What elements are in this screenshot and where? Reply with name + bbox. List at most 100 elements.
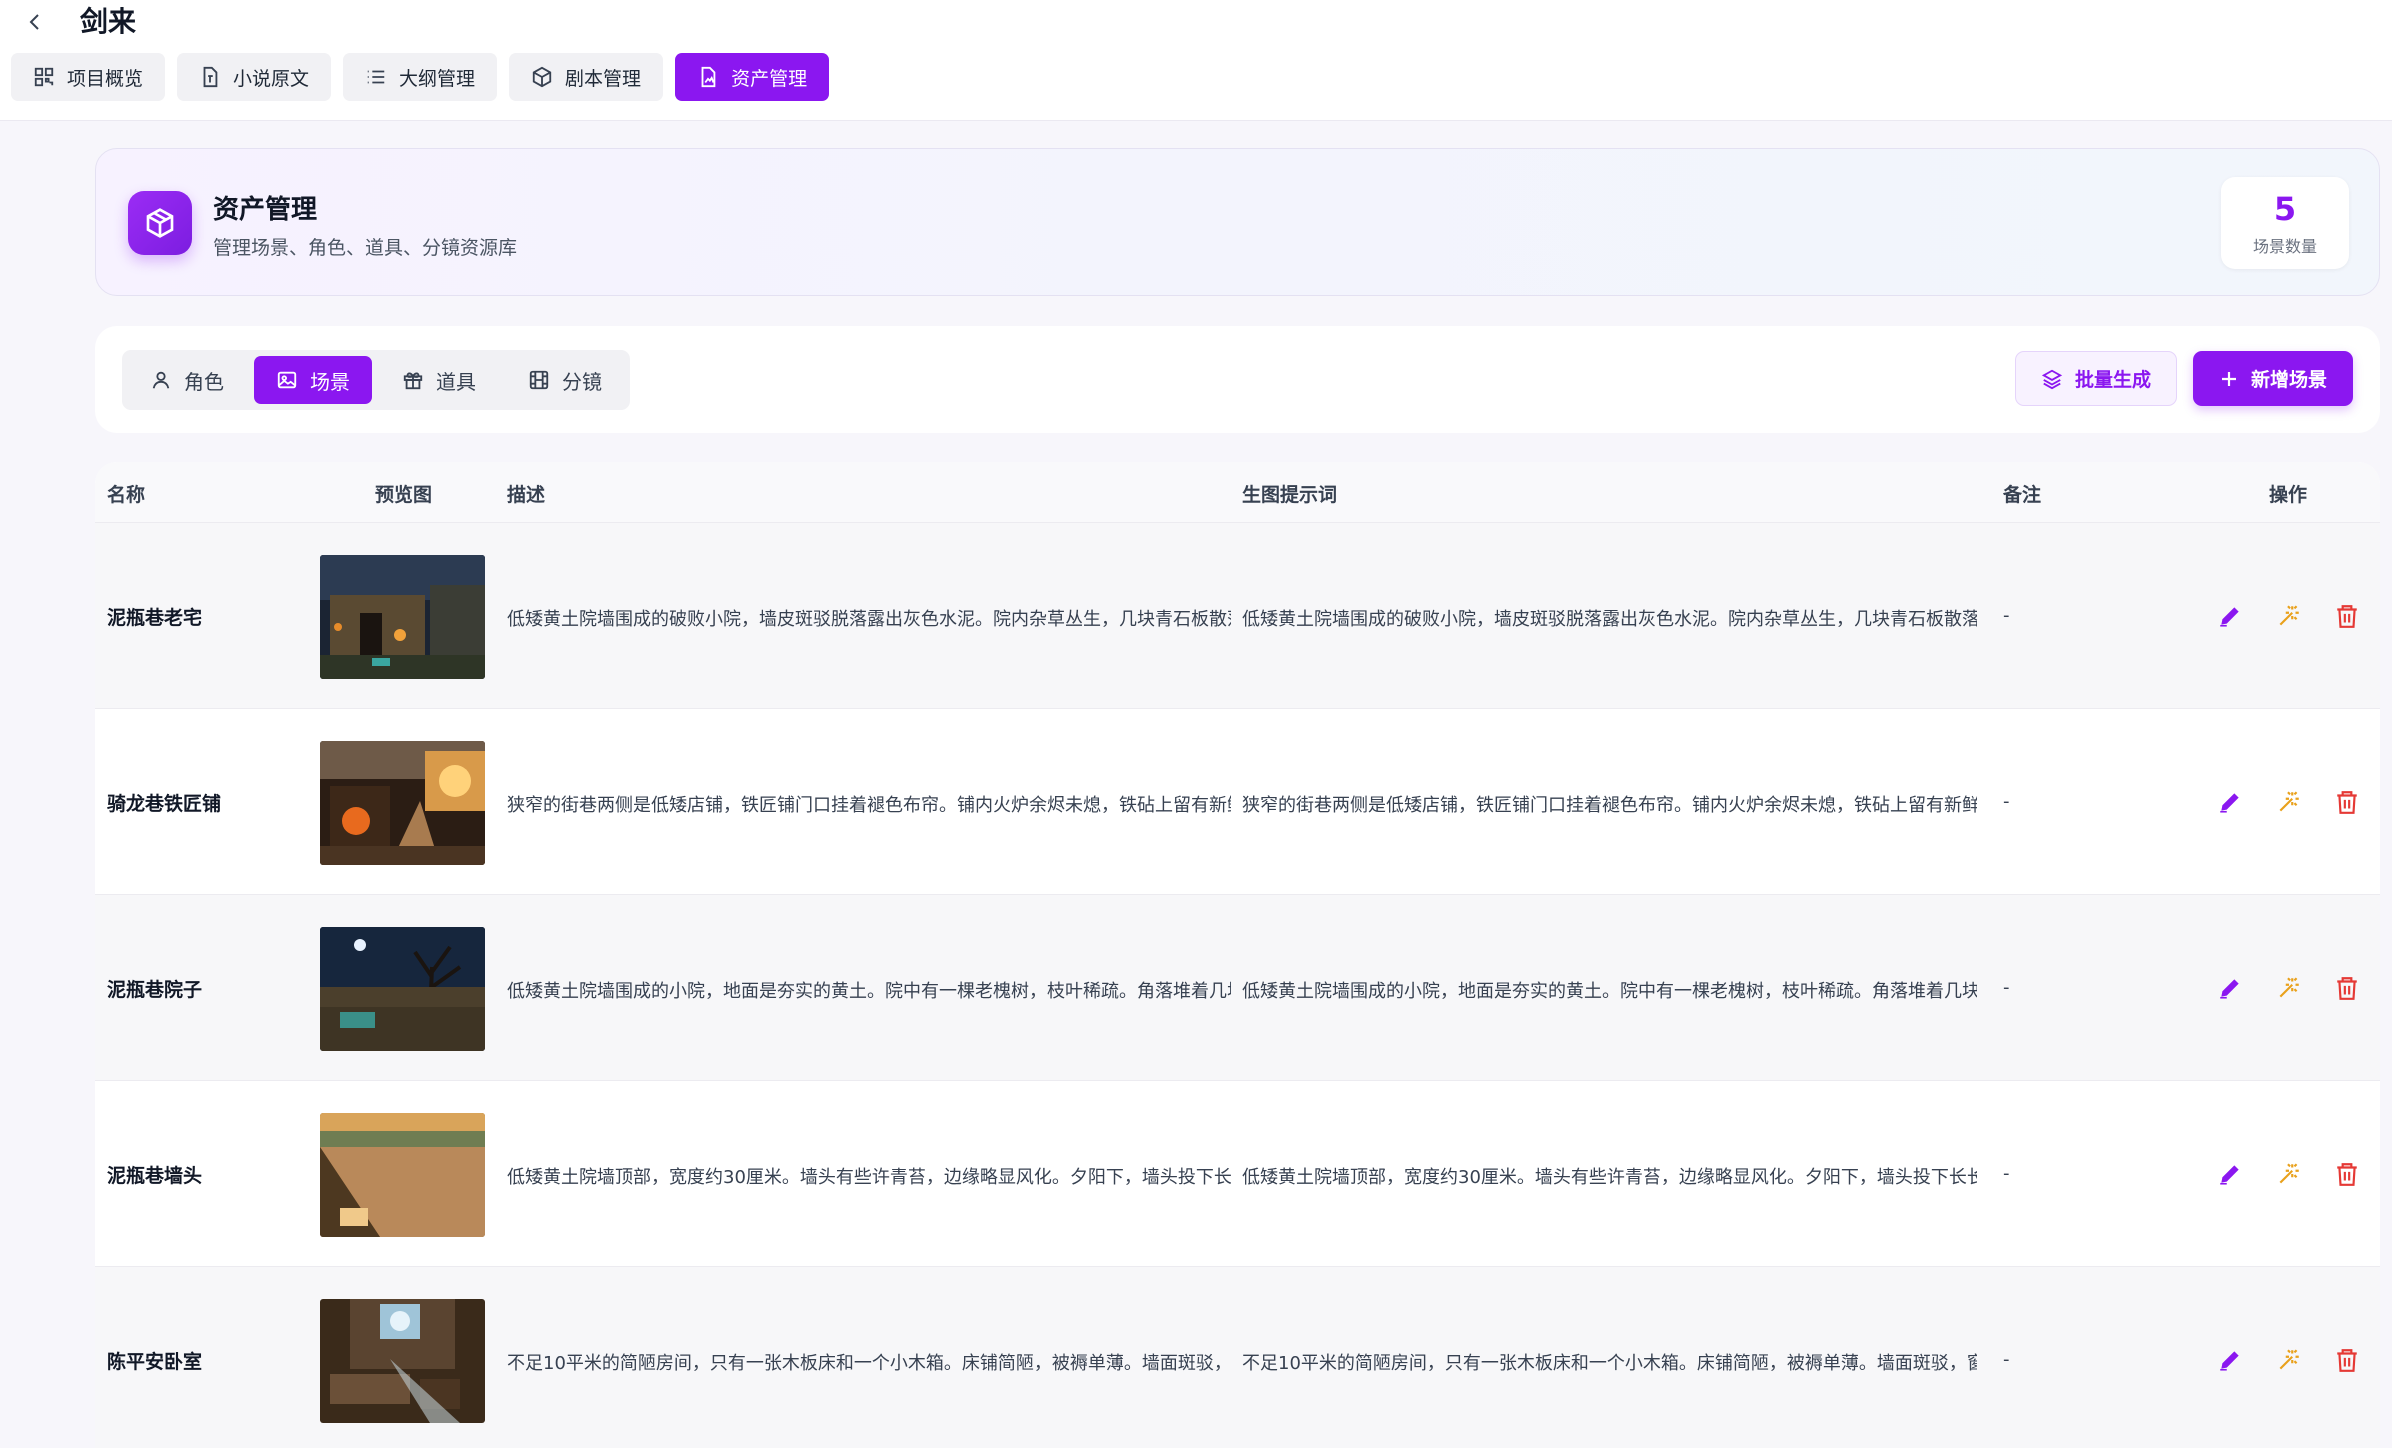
chevron-left-icon [29, 14, 39, 30]
scene-preview-image[interactable] [320, 927, 485, 1051]
scene-prompt: 低矮黄土院墙围成的小院，地面是夯实的黄土。院中有一棵老槐树，枝叶稀疏。角落堆着几… [1242, 981, 1977, 1002]
tab-label: 大纲管理 [399, 67, 476, 90]
scene-name: 骑龙巷铁匠铺 [107, 793, 222, 815]
image-icon [277, 371, 297, 389]
scene-count-card: 5 场景数量 [2221, 177, 2349, 269]
delete-button[interactable] [2332, 1345, 2362, 1375]
delete-button[interactable] [2332, 973, 2362, 1003]
column-header-note: 备注 [2003, 484, 2042, 506]
tab-label: 角色 [184, 369, 224, 394]
main-tabs: 项目概览 小说原文 大纲管理 剧本管理 资产管理 [11, 53, 830, 101]
generate-image-button[interactable] [2274, 1345, 2304, 1375]
top-bar: 剑来 项目概览 小说原文 大纲管理 剧本管理 资产管理 [0, 0, 2392, 121]
scene-preview-image[interactable] [320, 555, 485, 679]
trash-icon [2337, 1349, 2357, 1372]
scene-note: - [2003, 1349, 2010, 1370]
tab-label: 场景 [310, 369, 350, 394]
pencil-icon [2220, 793, 2239, 813]
scene-description: 低矮黄土院墙顶部，宽度约30厘米。墙头有些许青苔，边缘略显风化。夕阳下，墙头投下… [507, 1167, 1231, 1188]
delete-button[interactable] [2332, 1159, 2362, 1189]
user-icon [152, 371, 170, 389]
tab-project-overview[interactable]: 项目概览 [11, 53, 166, 101]
table-row: 泥瓶巷老宅 低矮黄土院墙围成的破败小院，墙皮斑驳脱落露出灰色水泥。院内杂草丛生，… [95, 522, 2380, 708]
plus-icon [2221, 371, 2236, 386]
scene-name: 泥瓶巷墙头 [107, 1165, 203, 1187]
batch-generate-button[interactable]: 批量生成 [2015, 351, 2177, 406]
grid-icon [34, 67, 54, 87]
pencil-icon [2220, 1351, 2239, 1371]
generate-image-button[interactable] [2274, 601, 2304, 631]
generate-image-button[interactable] [2274, 973, 2304, 1003]
project-title: 剑来 [80, 5, 137, 38]
scene-preview-image[interactable] [320, 741, 485, 865]
generate-image-button[interactable] [2274, 1159, 2304, 1189]
column-header-preview: 预览图 [375, 484, 433, 506]
delete-button[interactable] [2332, 787, 2362, 817]
edit-button[interactable] [2215, 973, 2245, 1003]
column-header-name: 名称 [107, 484, 146, 506]
scene-preview-image[interactable] [320, 1113, 485, 1237]
scene-description: 不足10平米的简陋房间，只有一张木板床和一个小木箱。床铺简陋，被褥单薄。墙面斑驳… [507, 1353, 1231, 1374]
tab-props[interactable]: 道具 [380, 356, 498, 404]
image-file-icon [701, 66, 716, 88]
film-icon [529, 370, 549, 390]
scene-note: - [2003, 605, 2010, 626]
add-scene-button[interactable]: 新增场景 [2193, 351, 2353, 406]
gift-icon [403, 372, 423, 390]
tab-outline[interactable]: 大纲管理 [343, 53, 498, 101]
tab-novel-text[interactable]: 小说原文 [177, 53, 332, 101]
scene-note: - [2003, 791, 2010, 812]
magic-wand-icon [2279, 791, 2299, 812]
edit-button[interactable] [2215, 1159, 2245, 1189]
pencil-icon [2220, 607, 2239, 627]
back-button[interactable] [22, 8, 48, 36]
column-header-description: 描述 [507, 484, 546, 506]
file-text-icon [203, 66, 218, 88]
tab-asset-management[interactable]: 资产管理 [675, 53, 830, 101]
magic-wand-icon [2279, 605, 2299, 626]
asset-toolbar: 角色 场景 道具 分镜 批量生成 新增场景 [95, 326, 2380, 433]
table-row: 泥瓶巷院子 低矮黄土院墙围成的小院，地面是夯实的黄土。院中有一棵老槐树，枝叶稀疏… [95, 894, 2380, 1080]
scene-name: 陈平安卧室 [107, 1351, 203, 1373]
trash-icon [2337, 977, 2357, 1000]
delete-button[interactable] [2332, 601, 2362, 631]
pencil-icon [2220, 979, 2239, 999]
cube-icon [128, 191, 192, 255]
edit-button[interactable] [2215, 601, 2245, 631]
tab-script[interactable]: 剧本管理 [509, 53, 664, 101]
scene-note: - [2003, 1163, 2010, 1184]
scene-prompt: 低矮黄土院墙围成的破败小院，墙皮斑驳脱落露出灰色水泥。院内杂草丛生，几块青石板散… [1242, 609, 1977, 630]
column-header-actions: 操作 [2269, 484, 2308, 506]
magic-wand-icon [2279, 1163, 2299, 1184]
scene-preview-image[interactable] [320, 1299, 485, 1423]
tab-storyboard[interactable]: 分镜 [506, 356, 624, 404]
scene-name: 泥瓶巷老宅 [107, 607, 203, 629]
scene-prompt: 狭窄的街巷两侧是低矮店铺，铁匠铺门口挂着褪色布帘。铺内火炉余烬未熄，铁砧上留有新… [1242, 795, 1977, 816]
tab-characters[interactable]: 角色 [128, 356, 246, 404]
page-subtitle: 管理场景、角色、道具、分镜资源库 [213, 237, 518, 259]
cube-icon [532, 66, 552, 88]
table-body: 泥瓶巷老宅 低矮黄土院墙围成的破败小院，墙皮斑驳脱落露出灰色水泥。院内杂草丛生，… [95, 522, 2380, 1448]
edit-button[interactable] [2215, 787, 2245, 817]
generate-image-button[interactable] [2274, 787, 2304, 817]
trash-icon [2337, 605, 2357, 628]
table-row: 骑龙巷铁匠铺 狭窄的街巷两侧是低矮店铺，铁匠铺门口挂着褪色布帘。铺内火炉余烬未熄… [95, 708, 2380, 894]
tab-label: 项目概览 [67, 67, 144, 90]
asset-header-card: 资产管理 管理场景、角色、道具、分镜资源库 5 场景数量 [95, 148, 2380, 296]
trash-icon [2337, 1163, 2357, 1186]
batch-generate-label: 批量生成 [2074, 369, 2151, 391]
scene-count-label: 场景数量 [2252, 237, 2317, 256]
add-scene-label: 新增场景 [2250, 369, 2327, 391]
scene-description: 低矮黄土院墙围成的小院，地面是夯实的黄土。院中有一棵老槐树，枝叶稀疏。角落堆着几… [507, 981, 1231, 1002]
tab-label: 资产管理 [731, 67, 808, 90]
edit-button[interactable] [2215, 1345, 2245, 1375]
table-row: 陈平安卧室 不足10平米的简陋房间，只有一张木板床和一个小木箱。床铺简陋，被褥单… [95, 1266, 2380, 1448]
layers-icon [2041, 369, 2063, 389]
magic-wand-icon [2279, 1349, 2299, 1370]
tab-label: 道具 [436, 369, 476, 394]
tab-scenes[interactable]: 场景 [254, 356, 372, 404]
magic-wand-icon [2279, 977, 2299, 998]
tab-label: 小说原文 [233, 67, 310, 90]
scene-name: 泥瓶巷院子 [107, 979, 203, 1001]
column-header-prompt: 生图提示词 [1242, 484, 1338, 506]
